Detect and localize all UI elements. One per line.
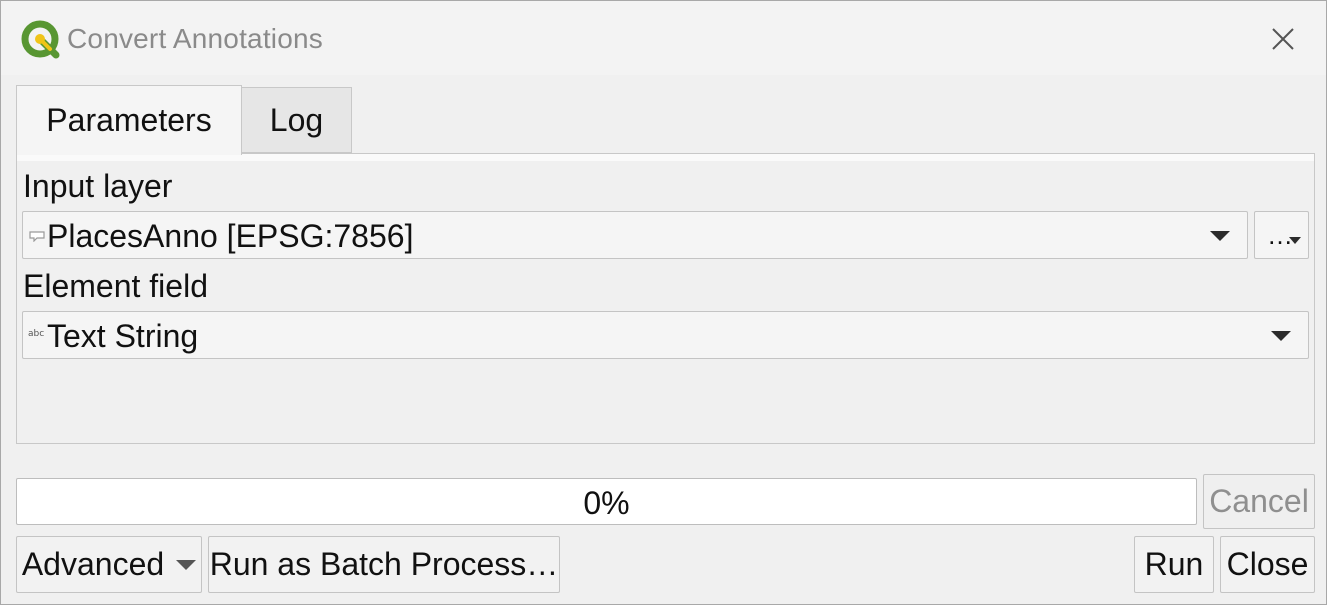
element-field-label: Element field bbox=[23, 268, 208, 304]
chevron-down-icon bbox=[1289, 237, 1301, 244]
tab-parameters[interactable]: Parameters bbox=[16, 85, 242, 155]
cancel-button[interactable]: Cancel bbox=[1203, 474, 1315, 529]
convert-annotations-dialog: Convert Annotations Parameters Log Input… bbox=[0, 0, 1327, 605]
chevron-down-icon bbox=[1271, 331, 1291, 341]
advanced-button[interactable]: Advanced bbox=[16, 536, 202, 593]
input-layer-browse-button[interactable]: … bbox=[1254, 211, 1309, 259]
text-field-icon: abc bbox=[28, 329, 45, 339]
panel-divider bbox=[17, 154, 1314, 161]
element-field-value: Text String bbox=[47, 318, 199, 354]
tab-log-label: Log bbox=[269, 101, 324, 138]
cancel-label: Cancel bbox=[1209, 483, 1309, 519]
element-field-combobox[interactable]: abc Text String bbox=[22, 311, 1309, 359]
run-as-batch-process-button[interactable]: Run as Batch Process… bbox=[208, 536, 560, 593]
run-button[interactable]: Run bbox=[1134, 536, 1214, 593]
qgis-logo-icon bbox=[21, 20, 60, 59]
annotation-layer-icon bbox=[29, 231, 45, 242]
progress-text: 0% bbox=[583, 485, 630, 521]
ellipsis-label: … bbox=[1267, 220, 1293, 250]
tab-parameters-label: Parameters bbox=[46, 102, 212, 138]
window-title: Convert Annotations bbox=[67, 23, 323, 54]
input-layer-label: Input layer bbox=[23, 168, 173, 204]
chevron-down-icon bbox=[1210, 231, 1230, 241]
close-icon[interactable] bbox=[1267, 23, 1299, 55]
progress-bar: 0% bbox=[16, 478, 1197, 525]
parameters-panel bbox=[16, 153, 1315, 444]
run-label: Run bbox=[1144, 546, 1204, 582]
chevron-down-icon bbox=[176, 559, 197, 570]
advanced-label: Advanced bbox=[21, 546, 165, 582]
tab-log[interactable]: Log bbox=[241, 87, 352, 153]
input-layer-combobox[interactable]: PlacesAnno [EPSG:7856] bbox=[22, 211, 1248, 259]
close-button[interactable]: Close bbox=[1220, 536, 1315, 593]
batch-label: Run as Batch Process… bbox=[209, 546, 559, 582]
title-bar: Convert Annotations bbox=[1, 1, 1326, 75]
close-label: Close bbox=[1226, 546, 1309, 582]
input-layer-value: PlacesAnno [EPSG:7856] bbox=[47, 218, 414, 254]
